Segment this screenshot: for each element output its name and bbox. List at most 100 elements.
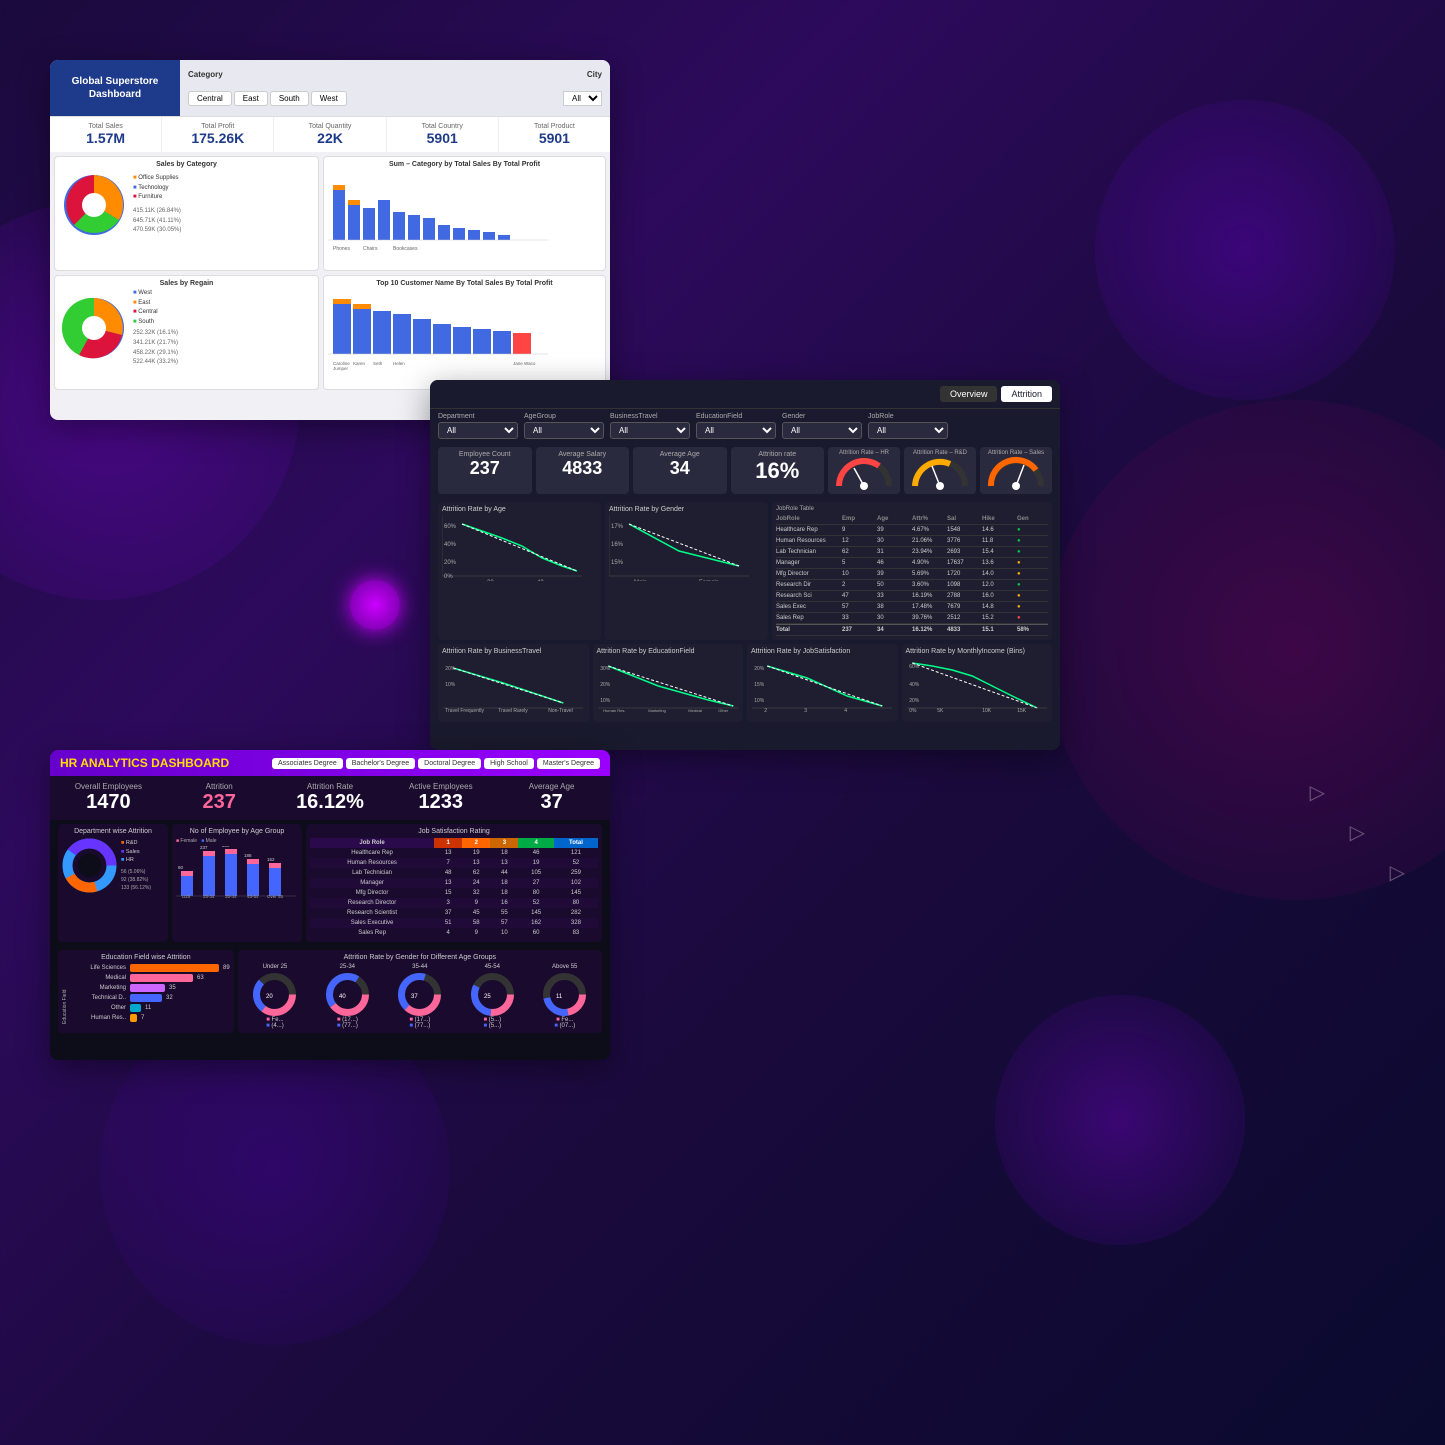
p2-employee-count: Employee Count 237	[438, 447, 532, 494]
sat-table-row: Human Resources 713131952	[310, 858, 598, 868]
svg-text:237: 237	[200, 846, 208, 850]
p3-job-satisfaction-table: Job Satisfaction Rating Job Role 1 2 3 4…	[306, 824, 602, 942]
donut-2534: 40	[325, 972, 370, 1017]
table-row: Research Sci 47 33 16.19% 2788 16.0 ●	[776, 591, 1048, 602]
svg-text:40%: 40%	[909, 682, 920, 688]
filter-agegroup: AgeGroup All	[524, 413, 604, 439]
sat-table-row: Research Scientist 374555145282	[310, 908, 598, 918]
p3-active-employees: Active Employees 1233	[390, 782, 491, 814]
filter-jobrole: JobRole All	[868, 413, 948, 439]
filter-department: Department All	[438, 413, 518, 439]
p2-avg-age: Average Age 34	[633, 447, 727, 494]
tab-highschool[interactable]: High School	[484, 758, 534, 769]
businesstravel-line: Travel Frequently Travel Rarely Non-Trav…	[442, 658, 585, 713]
hr-attrition-panel: Overview Attrition Department All AgeGro…	[430, 380, 1060, 750]
tab-bachelors[interactable]: Bachelor's Degree	[346, 758, 415, 769]
p3-age-group-chart: No of Employee by Age Group ■ Female ■ M…	[172, 824, 302, 942]
table-row: Sales Rep 33 30 39.76% 2512 15.2 ●	[776, 613, 1048, 624]
svg-text:40%: 40%	[444, 542, 457, 548]
svg-text:Female: Female	[699, 580, 720, 581]
filter-educationfield: EducationField All	[696, 413, 776, 439]
p2-metrics-row: Employee Count 237 Average Salary 4833 A…	[430, 443, 1060, 498]
tab-masters[interactable]: Master's Degree	[537, 758, 600, 769]
p2-tabs: Overview Attrition	[940, 386, 1052, 402]
svg-text:37: 37	[411, 994, 418, 1000]
p2-monthlyincome-chart: Attrition Rate by MonthlyIncome (Bins) 6…	[902, 644, 1053, 722]
p3-education-attrition: Education Field wise Attrition Education…	[58, 950, 234, 1033]
svg-text:20: 20	[487, 580, 494, 581]
p2-jobrole-table: JobRole Table JobRole Emp Age Attr% Sal …	[772, 502, 1052, 640]
filter-central[interactable]: Central	[188, 91, 232, 106]
svg-text:2: 2	[764, 708, 767, 713]
p3-attrition-rate: Attrition Rate 16.12%	[280, 782, 381, 814]
edu-select[interactable]: All	[696, 422, 776, 439]
svg-text:20: 20	[266, 994, 273, 1000]
svg-text:309: 309	[222, 846, 230, 848]
filter-east[interactable]: East	[234, 91, 268, 106]
filter-west[interactable]: West	[311, 91, 347, 106]
age-select[interactable]: All	[524, 422, 604, 439]
attrition-sales-badge: Attrition Rate – Sales	[980, 447, 1052, 494]
p3-charts-row2: Education Field wise Attrition Education…	[50, 946, 610, 1039]
edu-bar-other: Other 11	[71, 1004, 230, 1012]
svg-text:20%: 20%	[909, 698, 920, 704]
svg-text:30%: 30%	[600, 666, 611, 672]
metric-total-sales: Total Sales 1.57M	[50, 117, 162, 152]
tab-attrition[interactable]: Attrition	[1001, 386, 1052, 402]
donut-4554: 25	[470, 972, 515, 1017]
svg-text:35-44: 35-44	[225, 894, 237, 899]
metric-total-product: Total Product 5901	[499, 117, 610, 152]
p2-table-header: JobRole Emp Age Attr% Sal Hike Gen	[776, 514, 1048, 525]
sales-gauge	[986, 456, 1046, 491]
jobrole-select[interactable]: All	[868, 422, 948, 439]
p1-sum-category: Sum – Category by Total Sales By Total P…	[323, 156, 606, 271]
svg-text:152: 152	[267, 857, 275, 862]
svg-text:16%: 16%	[611, 542, 624, 548]
svg-text:Chairs: Chairs	[363, 246, 378, 252]
svg-text:25: 25	[484, 994, 491, 1000]
svg-text:Helen: Helen	[393, 361, 405, 366]
rnd-gauge: 14%	[910, 456, 970, 491]
p3-age-gender-attrition: Attrition Rate by Gender for Different A…	[238, 950, 602, 1033]
category-filter-label: Category	[188, 70, 223, 79]
jobsat-line: 20% 15% 10% 2 3 4	[751, 658, 894, 713]
donut-25-34: 25-34 40 ■ (17...) ■ (77...)	[325, 964, 370, 1029]
p1-sales-by-region: Sales by Regain ■ West ■ East ■ Central …	[54, 275, 319, 390]
table-row: Healthcare Rep 9 39 4.67% 1548 14.6 ●	[776, 525, 1048, 536]
p1-charts-area: Sales by Category ■ Office Supplies ■ Te…	[50, 152, 610, 394]
edu-bar-medical: Medical 63	[71, 974, 230, 982]
p2-jobsatisfaction-chart: Attrition Rate by JobSatisfaction 20% 15…	[747, 644, 898, 722]
city-select[interactable]: All	[563, 91, 602, 106]
svg-text:Karen: Karen	[353, 361, 366, 366]
p3-tabs: Associates Degree Bachelor's Degree Doct…	[272, 758, 600, 769]
category-bar-chart: Phones Chairs Bookcases	[328, 170, 601, 255]
filter-south[interactable]: South	[270, 91, 309, 106]
p2-charts-table-row: Attrition Rate by Age 60% 40% 20% 0% 20 …	[430, 498, 1060, 644]
gender-select[interactable]: All	[782, 422, 862, 439]
svg-text:10K: 10K	[982, 708, 992, 713]
income-line: 60% 40% 20% 0% 5K 10K 15K	[906, 658, 1049, 713]
tab-associates[interactable]: Associates Degree	[272, 758, 343, 769]
tab-overview[interactable]: Overview	[940, 386, 998, 402]
dept-select[interactable]: All	[438, 422, 518, 439]
travel-select[interactable]: All	[610, 422, 690, 439]
filter-businesstravel: BusinessTravel All	[610, 413, 690, 439]
p2-educationfield-chart: Attrition Rate by EducationField 30% 20%…	[593, 644, 744, 722]
global-superstore-panel: Global Superstore Dashboard Category Cit…	[50, 60, 610, 420]
table-row: Manager 5 46 4.90% 17637 13.6 ●	[776, 558, 1048, 569]
category-pie-chart	[59, 170, 129, 240]
donut-under25: Under 25 20 ■ Fe... ■ (4...)	[252, 964, 297, 1029]
table-row: Human Resources 12 30 21.06% 3776 11.8 ●	[776, 536, 1048, 547]
donut-55plus: 11	[542, 972, 587, 1017]
p1-title: Global Superstore Dashboard	[50, 60, 180, 116]
svg-text:Male: Male	[634, 580, 648, 581]
tab-doctoral[interactable]: Doctoral Degree	[418, 758, 481, 769]
donut-45-54: 45-54 25 ■ (5...) ■ (5...)	[470, 964, 515, 1029]
svg-text:0%: 0%	[444, 574, 453, 580]
filter-gender: Gender All	[782, 413, 862, 439]
p2-avg-salary: Average Salary 4833	[536, 447, 630, 494]
svg-text:20%: 20%	[754, 666, 765, 672]
sat-table-row: Manager 13241827102	[310, 878, 598, 888]
table-row: Research Dir 2 50 3.60% 1098 12.0 ●	[776, 580, 1048, 591]
p2-attrition-age-chart: Attrition Rate by Age 60% 40% 20% 0% 20 …	[438, 502, 601, 640]
